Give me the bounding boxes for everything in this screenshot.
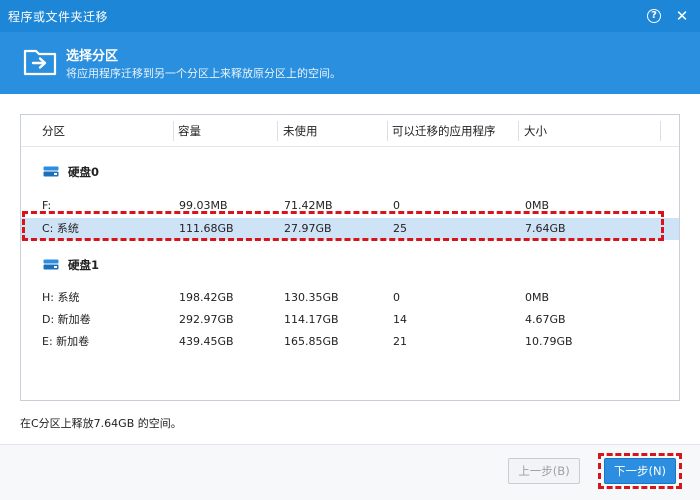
column-separator	[660, 121, 661, 141]
free-space-note: 在C分区上释放7.64GB 的空间。	[20, 417, 182, 430]
table-row[interactable]: E: 新加卷 439.45GB 165.85GB 21 10.79GB	[21, 331, 679, 353]
help-button[interactable]: ?	[644, 6, 664, 26]
selection-highlight-frame	[22, 211, 664, 241]
column-separator	[518, 121, 519, 141]
disk-icon	[43, 166, 59, 177]
disk-label: 硬盘0	[68, 165, 100, 179]
cell-apps: 21	[393, 335, 407, 348]
cell-unused: 114.17GB	[284, 313, 339, 326]
next-button-highlight-frame	[598, 453, 682, 489]
cell-partition: D: 新加卷	[42, 313, 91, 326]
column-header-apps: 可以迁移的应用程序	[392, 124, 496, 138]
table-header: 分区 容量 未使用 可以迁移的应用程序 大小	[21, 115, 679, 147]
window-title: 程序或文件夹迁移	[8, 10, 109, 24]
title-bar: 程序或文件夹迁移 ? ✕	[0, 0, 700, 32]
column-header-size: 大小	[524, 124, 547, 138]
cell-capacity: 198.42GB	[179, 291, 234, 304]
column-header-partition: 分区	[42, 124, 65, 138]
header-banner: 选择分区 将应用程序迁移到另一个分区上来释放原分区上的空间。	[0, 32, 700, 94]
cell-capacity: 292.97GB	[179, 313, 234, 326]
cell-apps: 0	[393, 291, 400, 304]
previous-button[interactable]: 上一步(B)	[508, 458, 580, 484]
column-separator	[277, 121, 278, 141]
table-row[interactable]: D: 新加卷 292.97GB 114.17GB 14 4.67GB	[21, 309, 679, 331]
close-button[interactable]: ✕	[672, 6, 692, 26]
cell-unused: 130.35GB	[284, 291, 339, 304]
column-separator	[387, 121, 388, 141]
close-icon: ✕	[675, 7, 689, 25]
cell-size: 4.67GB	[525, 313, 566, 326]
help-icon: ?	[647, 9, 661, 23]
disk-group-header: 硬盘0	[21, 159, 679, 183]
disk-label: 硬盘1	[68, 258, 100, 272]
partition-table: 分区 容量 未使用 可以迁移的应用程序 大小 硬盘0 F: 99.03MB 71…	[20, 114, 680, 401]
cell-partition: H: 系统	[42, 291, 80, 304]
table-row[interactable]: H: 系统 198.42GB 130.35GB 0 0MB	[21, 287, 679, 309]
cell-size: 10.79GB	[525, 335, 573, 348]
column-header-capacity: 容量	[178, 124, 201, 138]
footer-bar	[0, 445, 700, 500]
cell-capacity: 439.45GB	[179, 335, 234, 348]
header-title: 选择分区	[66, 49, 119, 64]
disk-group-header: 硬盘1	[21, 252, 679, 276]
header-subtitle: 将应用程序迁移到另一个分区上来释放原分区上的空间。	[66, 67, 341, 80]
column-separator	[173, 121, 174, 141]
cell-size: 0MB	[525, 291, 550, 304]
disk-icon	[43, 259, 59, 270]
folder-move-icon	[23, 49, 57, 76]
cell-partition: E: 新加卷	[42, 335, 90, 348]
column-header-unused: 未使用	[283, 124, 318, 138]
cell-unused: 165.85GB	[284, 335, 339, 348]
cell-apps: 14	[393, 313, 407, 326]
